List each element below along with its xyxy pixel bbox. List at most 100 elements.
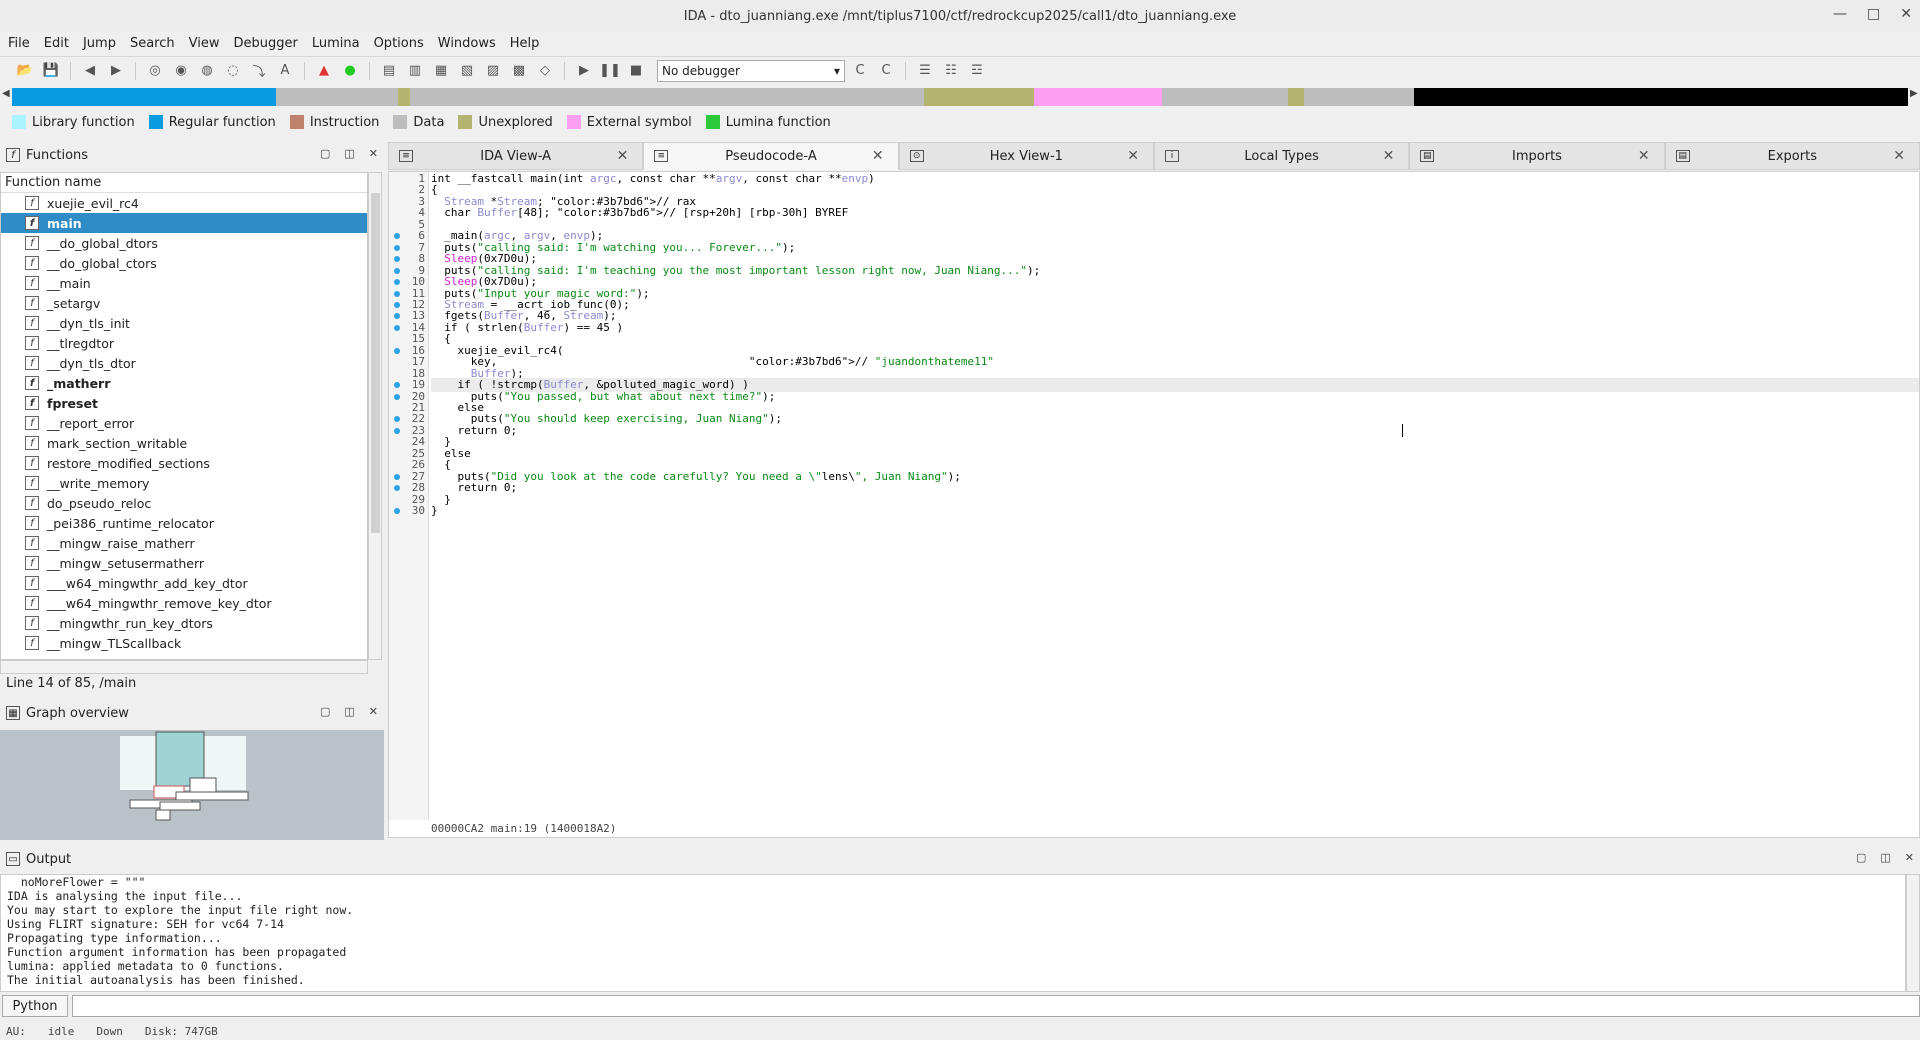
function-row[interactable]: f __mingw_setusermatherr [1, 553, 367, 573]
breakpoint-dot-icon[interactable] [394, 474, 400, 480]
tab-local-types[interactable]: i Local Types ✕ [1153, 142, 1410, 170]
pseudocode-view[interactable]: 1 2 3 4 5 6 7 8 9 10 11 12 13 14 15 16 17 18 19 20 21 22 23 24 2… [388, 171, 1920, 838]
breakpoint-dot-icon[interactable] [394, 245, 400, 251]
function-row[interactable]: f __mingwthr_run_key_dtors [1, 613, 367, 633]
save-icon[interactable]: 💾 [40, 60, 62, 82]
panel-close-icon[interactable]: ✕ [369, 147, 378, 160]
nav-left-arrow-icon[interactable]: ◀ [2, 88, 10, 99]
back-icon[interactable]: ◀ [79, 60, 101, 82]
function-row[interactable]: f __mingw_TLScallback [1, 633, 367, 653]
output-scrollbar[interactable] [1906, 874, 1920, 992]
breakpoint-dot-icon[interactable] [394, 268, 400, 274]
panel-float-icon[interactable]: ◫ [344, 147, 354, 160]
function-row[interactable]: f fpreset [1, 393, 367, 413]
menu-options[interactable]: Options [374, 36, 424, 51]
code-line[interactable]: char Buffer[48]; "color:#3b7bd6">// [rsp… [431, 206, 848, 220]
panel-float-icon[interactable]: ◫ [344, 705, 354, 718]
function-row[interactable]: f __dyn_tls_init [1, 313, 367, 333]
breakpoint-dot-icon[interactable] [394, 279, 400, 285]
close-icon[interactable]: ✕ [1127, 148, 1139, 164]
panel-close-icon[interactable]: ✕ [1905, 851, 1914, 864]
graph-icon[interactable]: ▲ [313, 60, 335, 82]
function-row[interactable]: f ___w64_mingwthr_remove_key_dtor [1, 593, 367, 613]
breakpoint-dot-icon[interactable] [394, 291, 400, 297]
function-row[interactable]: f do_pseudo_reloc [1, 493, 367, 513]
function-row[interactable]: f __write_memory [1, 473, 367, 493]
panel-close-icon[interactable]: ✕ [369, 705, 378, 718]
data-icon[interactable]: ▥ [404, 60, 426, 82]
tab-pseudocode-a[interactable]: ≡ Pseudocode-A ✕ [643, 142, 899, 170]
breakpoint-dot-icon[interactable] [394, 428, 400, 434]
struct-icon[interactable]: ▦ [430, 60, 452, 82]
code-line[interactable]: } [431, 504, 438, 518]
function-row[interactable]: f _matherr [1, 373, 367, 393]
jump-down-icon[interactable]: ⤵ [248, 60, 270, 82]
pause-icon[interactable]: ❚❚ [599, 60, 621, 82]
function-name-column-header[interactable]: Function name [1, 173, 367, 193]
output-log[interactable]: noMoreFlower = """ IDA is analysing the i… [0, 874, 1906, 992]
tab-hex-view-1[interactable]: ⊙ Hex View-1 ✕ [898, 142, 1154, 170]
function-list-scrollbar[interactable] [368, 172, 382, 660]
function-row[interactable]: f __mingw_raise_matherr [1, 533, 367, 553]
close-icon[interactable]: ✕ [1900, 6, 1912, 22]
breakpoint-dot-icon[interactable] [394, 508, 400, 514]
forward-icon[interactable]: ▶ [105, 60, 127, 82]
attach-icon[interactable]: C [849, 60, 871, 82]
undefine-icon[interactable]: ▧ [456, 60, 478, 82]
array-icon[interactable]: ▨ [482, 60, 504, 82]
search-text-icon[interactable]: ◉ [170, 60, 192, 82]
function-row[interactable]: f xuejie_evil_rc4 [1, 193, 367, 213]
decompile-icon[interactable]: C [875, 60, 897, 82]
menu-file[interactable]: File [8, 36, 30, 51]
panel-restore-icon[interactable]: ▢ [320, 147, 330, 160]
breakpoint-dot-icon[interactable] [394, 313, 400, 319]
nav-right-arrow-icon[interactable]: ▶ [1910, 88, 1918, 99]
string-icon[interactable]: ▩ [508, 60, 530, 82]
close-icon[interactable]: ✕ [1893, 148, 1905, 164]
tab-exports[interactable]: ▤ Exports ✕ [1664, 142, 1920, 170]
stop-icon[interactable]: ■ [625, 60, 647, 82]
close-icon[interactable]: ✕ [1383, 148, 1395, 164]
function-row[interactable]: f restore_modified_sections [1, 453, 367, 473]
function-list[interactable]: Function name f xuejie_evil_rc4 f main f __do… [0, 172, 368, 660]
breakpoint-dot-icon[interactable] [394, 382, 400, 388]
breakpoint-dot-icon[interactable] [394, 325, 400, 331]
panel-float-icon[interactable]: ◫ [1880, 851, 1890, 864]
navigation-band[interactable] [12, 88, 1908, 106]
close-icon[interactable]: ✕ [872, 148, 884, 164]
menu-windows[interactable]: Windows [438, 36, 496, 51]
function-row[interactable]: f ___w64_mingwthr_add_key_dtor [1, 573, 367, 593]
close-icon[interactable]: ✕ [1638, 148, 1650, 164]
function-row[interactable]: f _pei386_runtime_relocator [1, 513, 367, 533]
tracing-icon[interactable]: ☷ [940, 60, 962, 82]
function-list-hscrollbar[interactable] [0, 660, 368, 674]
function-row[interactable]: f __report_error [1, 413, 367, 433]
graph-overview-canvas[interactable] [0, 730, 384, 840]
panel-restore-icon[interactable]: ▢ [1856, 851, 1866, 864]
scrollbar-thumb[interactable] [371, 193, 380, 533]
breakpoint-dot-icon[interactable] [394, 416, 400, 422]
binoculars-icon[interactable]: ◎ [144, 60, 166, 82]
breakpoint-dot-icon[interactable] [394, 302, 400, 308]
function-row[interactable]: f __do_global_ctors [1, 253, 367, 273]
panel-restore-icon[interactable]: ▢ [320, 705, 330, 718]
breakpoint-dot-icon[interactable] [394, 394, 400, 400]
minimize-icon[interactable]: — [1833, 6, 1847, 22]
breakpoint-dot-icon[interactable] [394, 256, 400, 262]
menu-view[interactable]: View [189, 36, 220, 51]
code-icon[interactable]: ▤ [378, 60, 400, 82]
text-format-icon[interactable]: A [274, 60, 296, 82]
function-row[interactable]: f __tlregdtor [1, 333, 367, 353]
breakpoint-dot-icon[interactable] [394, 233, 400, 239]
tab-ida-view-a[interactable]: ≡ IDA View-A ✕ [388, 142, 644, 170]
open-file-icon[interactable]: 📂 [14, 60, 36, 82]
menu-help[interactable]: Help [510, 36, 540, 51]
code-line[interactable]: if ( strlen(Buffer) == 45 ) [431, 321, 623, 335]
maximize-icon[interactable]: □ [1867, 6, 1880, 22]
command-input[interactable] [72, 995, 1920, 1017]
python-language-button[interactable]: Python [2, 995, 68, 1017]
menu-debugger[interactable]: Debugger [233, 36, 297, 51]
function-row[interactable]: f __dyn_tls_dtor [1, 353, 367, 373]
function-row[interactable]: f mark_section_writable [1, 433, 367, 453]
breakpoint-dot-icon[interactable] [394, 348, 400, 354]
